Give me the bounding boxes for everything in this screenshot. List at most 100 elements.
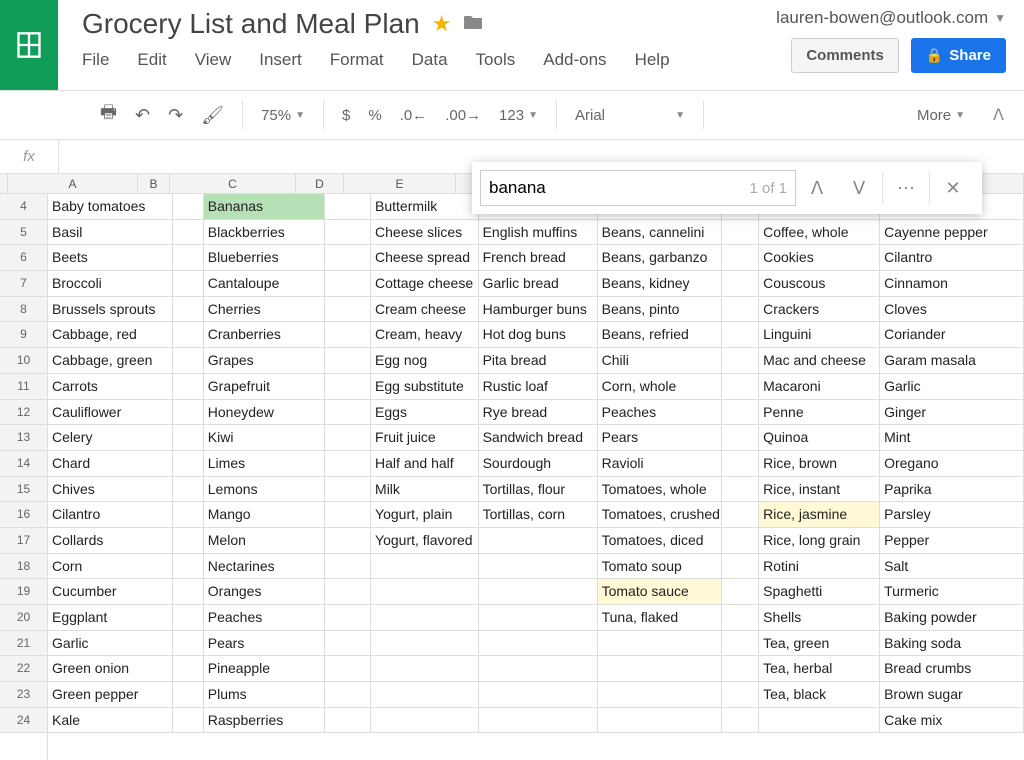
cell[interactable]: Tomato sauce (598, 579, 723, 604)
cell[interactable] (479, 708, 598, 733)
row-header[interactable]: 23 (0, 682, 47, 708)
cell[interactable]: Pineapple (204, 656, 325, 681)
cell[interactable]: Rice, jasmine (759, 502, 880, 527)
menu-add-ons[interactable]: Add-ons (543, 50, 606, 70)
menu-file[interactable]: File (82, 50, 109, 70)
cell[interactable]: Ginger (880, 400, 1024, 425)
cell[interactable] (371, 605, 479, 630)
cell[interactable] (325, 656, 371, 681)
cell[interactable]: Cauliflower (48, 400, 173, 425)
row-header[interactable]: 9 (0, 322, 47, 348)
menu-data[interactable]: Data (412, 50, 448, 70)
cell[interactable] (479, 656, 598, 681)
row-header[interactable]: 7 (0, 271, 47, 297)
cell[interactable]: Corn, whole (598, 374, 723, 399)
cell[interactable]: Tortillas, flour (479, 477, 598, 502)
cell[interactable]: Crackers (759, 297, 880, 322)
row-header[interactable]: 19 (0, 579, 47, 605)
cell[interactable] (173, 656, 204, 681)
cell[interactable] (325, 451, 371, 476)
cell[interactable]: Melon (204, 528, 325, 553)
cell[interactable]: Cantaloupe (204, 271, 325, 296)
cell[interactable] (722, 348, 759, 373)
cell[interactable]: Cookies (759, 245, 880, 270)
cell[interactable]: Peaches (598, 400, 723, 425)
find-more-button[interactable]: ⋯ (885, 170, 927, 206)
cell[interactable]: Bananas (204, 194, 325, 219)
cell[interactable] (173, 297, 204, 322)
cell[interactable] (325, 245, 371, 270)
cell[interactable]: Sandwich bread (479, 425, 598, 450)
col-header-C[interactable]: C (170, 174, 296, 193)
cell[interactable] (598, 656, 723, 681)
cell[interactable]: Couscous (759, 271, 880, 296)
cell[interactable]: Beans, kidney (598, 271, 723, 296)
account-menu[interactable]: lauren-bowen@outlook.com ▼ (776, 8, 1006, 28)
star-icon[interactable]: ★ (432, 11, 452, 37)
menu-format[interactable]: Format (330, 50, 384, 70)
row-header[interactable]: 6 (0, 245, 47, 271)
cell[interactable] (722, 605, 759, 630)
cell[interactable]: Brown sugar (880, 682, 1024, 707)
cell[interactable]: Fruit juice (371, 425, 479, 450)
undo-button[interactable]: ↶ (135, 105, 150, 126)
comments-button[interactable]: Comments (791, 38, 899, 73)
cell[interactable] (325, 322, 371, 347)
cell[interactable]: Egg nog (371, 348, 479, 373)
cell[interactable] (371, 682, 479, 707)
cell[interactable]: Mac and cheese (759, 348, 880, 373)
cell[interactable] (173, 245, 204, 270)
cell[interactable]: Salt (880, 554, 1024, 579)
cell[interactable]: Cheese slices (371, 220, 479, 245)
cell[interactable]: Blueberries (204, 245, 325, 270)
cell[interactable]: Basil (48, 220, 173, 245)
row-header[interactable]: 12 (0, 400, 47, 426)
cell[interactable]: Brussels sprouts (48, 297, 173, 322)
cell[interactable] (173, 220, 204, 245)
cell[interactable]: Rye bread (479, 400, 598, 425)
menu-view[interactable]: View (195, 50, 232, 70)
more-button[interactable]: More ▼ (917, 107, 965, 124)
grid[interactable]: Baby tomatoesBananasButtermilkBunsBeans,… (48, 194, 1024, 760)
cell[interactable] (173, 477, 204, 502)
cell[interactable] (173, 374, 204, 399)
cell[interactable] (722, 554, 759, 579)
share-button[interactable]: 🔒 Share (911, 38, 1006, 73)
menu-edit[interactable]: Edit (137, 50, 166, 70)
cell[interactable] (325, 708, 371, 733)
cell[interactable]: Rice, long grain (759, 528, 880, 553)
decrease-decimal-button[interactable]: .0← (400, 107, 428, 124)
cell[interactable] (722, 220, 759, 245)
cell[interactable]: Lemons (204, 477, 325, 502)
cell[interactable]: Mango (204, 502, 325, 527)
cell[interactable]: Pepper (880, 528, 1024, 553)
zoom-select[interactable]: 75% ▼ (261, 107, 305, 124)
cell[interactable] (371, 656, 479, 681)
cell[interactable]: Cabbage, green (48, 348, 173, 373)
cell[interactable]: Coriander (880, 322, 1024, 347)
cell[interactable]: Beans, garbanzo (598, 245, 723, 270)
cell[interactable]: Milk (371, 477, 479, 502)
cell[interactable]: Garlic (48, 631, 173, 656)
menu-insert[interactable]: Insert (259, 50, 302, 70)
cell[interactable]: Nectarines (204, 554, 325, 579)
percent-button[interactable]: % (368, 107, 381, 124)
row-header[interactable]: 17 (0, 528, 47, 554)
find-input[interactable] (489, 178, 749, 198)
col-header-B[interactable]: B (138, 174, 170, 193)
font-select[interactable]: Arial ▼ (575, 107, 685, 124)
cell[interactable] (325, 220, 371, 245)
cell[interactable] (173, 271, 204, 296)
cell[interactable] (325, 348, 371, 373)
cell[interactable]: Yogurt, flavored (371, 528, 479, 553)
currency-button[interactable]: $ (342, 107, 350, 124)
cell[interactable] (371, 554, 479, 579)
cell[interactable]: French bread (479, 245, 598, 270)
cell[interactable] (173, 400, 204, 425)
row-header[interactable]: 16 (0, 502, 47, 528)
cell[interactable] (759, 708, 880, 733)
cell[interactable] (722, 322, 759, 347)
number-format-select[interactable]: 123 ▼ (499, 107, 538, 124)
row-header[interactable]: 13 (0, 425, 47, 451)
cell[interactable]: Celery (48, 425, 173, 450)
